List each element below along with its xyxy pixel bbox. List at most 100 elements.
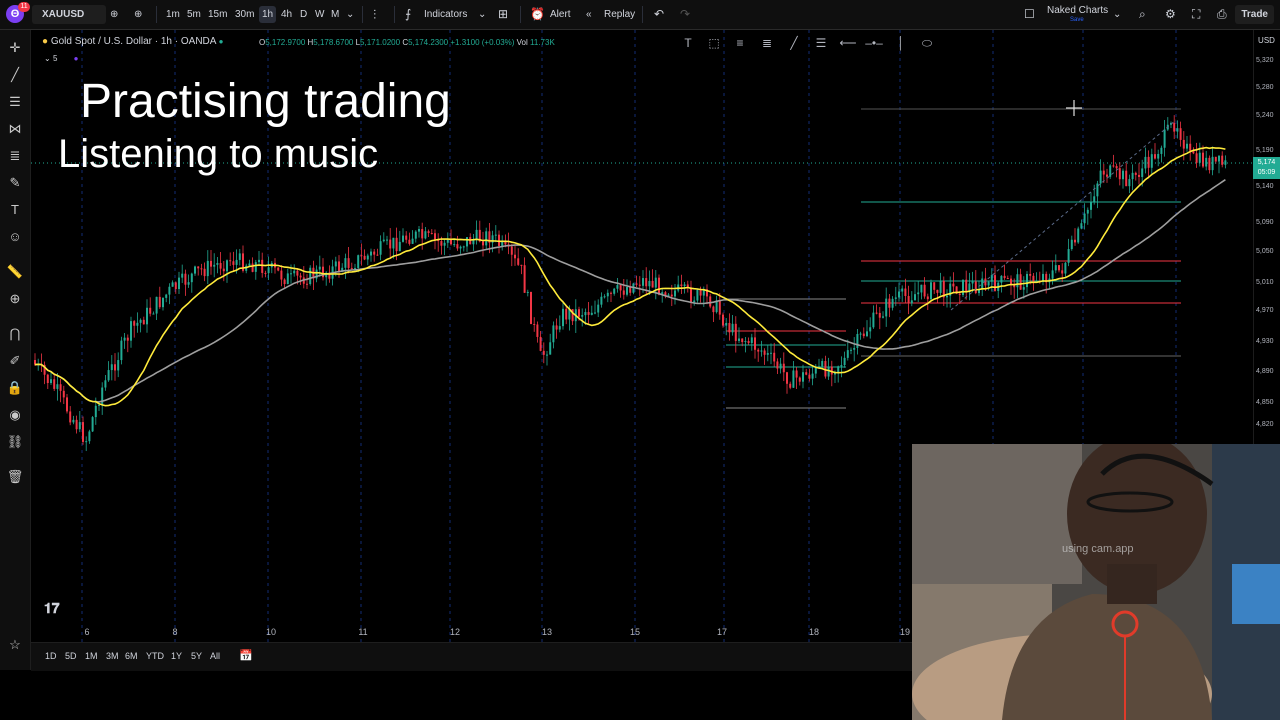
vertical-line-icon[interactable]: │ [892,35,910,51]
candle-body [1128,179,1131,187]
range-ytd[interactable]: YTD [146,651,164,661]
currency-label[interactable]: USD [1253,36,1280,45]
indicators-button[interactable]: Indicators [424,0,467,29]
fib-extension-icon[interactable]: ≣ [758,35,776,51]
candle-body [923,284,926,297]
indicators-icon[interactable]: ⨍ [405,0,411,29]
candle-body [443,242,446,246]
horizontal-lines-icon[interactable]: ☰ [5,92,25,112]
candle-body [594,312,596,314]
rectangle-icon[interactable]: ⬚ [705,35,723,51]
parallel-channel-icon[interactable]: ☰ [812,35,830,51]
candle-body [910,300,913,304]
chevron-down-icon[interactable]: ⌄ [1113,0,1121,29]
timeframe-1m[interactable]: 1m [166,0,180,29]
symbol-search[interactable]: XAUUSD [32,5,106,24]
link-icon[interactable]: ⛓ [5,432,25,452]
timeframe-w[interactable]: W [315,0,324,29]
candle-body [933,282,936,290]
ruler-icon[interactable]: 📏 [5,262,25,282]
timeframe-m[interactable]: M [331,0,339,29]
candle-body [811,373,814,379]
camera-icon[interactable]: ⎙ [1217,0,1227,29]
candle-body [837,366,840,372]
crosshair-tool-icon[interactable]: ✛ [5,38,25,58]
chevron-down-icon[interactable]: ⌄ [346,0,354,29]
candle-body [926,296,929,300]
compare-icon[interactable]: ⊕ [110,0,118,29]
layout-checkbox-icon[interactable]: ☐ [1024,0,1035,29]
pattern-tool-icon[interactable]: ⋈ [5,119,25,139]
candle-body [114,364,116,371]
indicator-collapse-toggle[interactable]: ⌄ 5 ● [44,54,78,63]
chart-type-candles-icon[interactable]: ⫶ [373,0,376,29]
search-icon[interactable]: ⌕ [1139,0,1146,29]
candle-body [290,273,292,275]
trend-line-icon[interactable]: ╱ [785,35,803,51]
timeframe-5m[interactable]: 5m [187,0,201,29]
eye-icon[interactable]: ◉ [5,405,25,425]
magnet-icon[interactable]: ⋂ [5,324,25,344]
timeframe-d[interactable]: D [300,0,307,29]
alert-icon[interactable]: ⏰ [530,0,545,29]
fullscreen-icon[interactable]: ⛶ [1192,0,1200,29]
brush-tool-icon[interactable]: ✎ [5,173,25,193]
replay-button[interactable]: Replay [604,0,635,29]
market-open-icon: ● [218,37,224,46]
layouts-icon[interactable]: ⊞ [498,0,508,29]
undo-icon[interactable]: ↶ [654,0,664,29]
text-icon[interactable]: T [679,35,697,51]
candle-body [1067,249,1070,263]
emoji-tool-icon[interactable]: ☺ [5,227,25,247]
price-axis-label: 4,970 [1256,307,1274,314]
text-tool-icon[interactable]: T [5,200,25,220]
range-1m[interactable]: 1M [85,651,98,661]
zoom-in-icon[interactable]: ⊕ [5,289,25,309]
redo-icon[interactable]: ↷ [680,0,690,29]
candle-body [146,307,148,325]
candle-body [50,379,52,383]
trade-button[interactable]: Trade [1235,5,1274,24]
replay-icon[interactable]: « [586,0,592,29]
timeframe-1h[interactable]: 1h [259,6,277,23]
timeframe-4h[interactable]: 4h [281,0,292,29]
timeframe-30m[interactable]: 30m [235,0,254,29]
fib-tool-icon[interactable]: ≣ [5,146,25,166]
settings-icon[interactable]: ⚙ [1165,0,1176,29]
chevron-down-icon[interactable]: ⌄ [478,0,486,29]
shape-icon[interactable]: ⬭ [918,35,936,51]
pencil-lock-icon[interactable]: ✐ [5,351,25,371]
fib-retracement-icon[interactable]: ≡ [731,35,749,51]
trash-icon[interactable]: 🗑 [5,467,25,487]
candle-body [888,298,891,308]
symbol-legend[interactable]: ● Gold Spot / U.S. Dollar · 1h · OANDA ● [42,36,224,47]
range-1d[interactable]: 1D [45,651,57,661]
candle-body [1141,168,1144,177]
lock-icon[interactable]: 🔒 [5,378,25,398]
trendline-tool-icon[interactable]: ╱ [5,65,25,85]
candle-body [357,255,360,268]
candle-body [578,309,580,317]
range-5d[interactable]: 5D [65,651,77,661]
candle-body [792,370,795,388]
add-symbol-icon[interactable]: ⊕ [134,0,142,29]
horizontal-ray-icon[interactable]: ⟵ [839,35,857,51]
candle-body [981,278,984,290]
candle-body [562,308,564,327]
range-all[interactable]: All [210,651,220,661]
candle-body [430,232,433,234]
timeframe-15m[interactable]: 15m [208,0,227,29]
candle-body [78,422,81,430]
candle-body [235,259,238,265]
candle-body [142,319,145,325]
candle-body [600,296,603,305]
range-6m[interactable]: 6M [125,651,138,661]
candle-body [219,263,222,269]
date-range-calendar-icon[interactable]: 📅 [239,649,253,662]
horizontal-line-icon[interactable]: –•– [865,35,883,51]
range-1y[interactable]: 1Y [171,651,182,661]
alert-button[interactable]: Alert [550,0,571,29]
favorite-star-icon[interactable]: ☆ [5,635,25,655]
range-5y[interactable]: 5Y [191,651,202,661]
range-3m[interactable]: 3M [106,651,119,661]
